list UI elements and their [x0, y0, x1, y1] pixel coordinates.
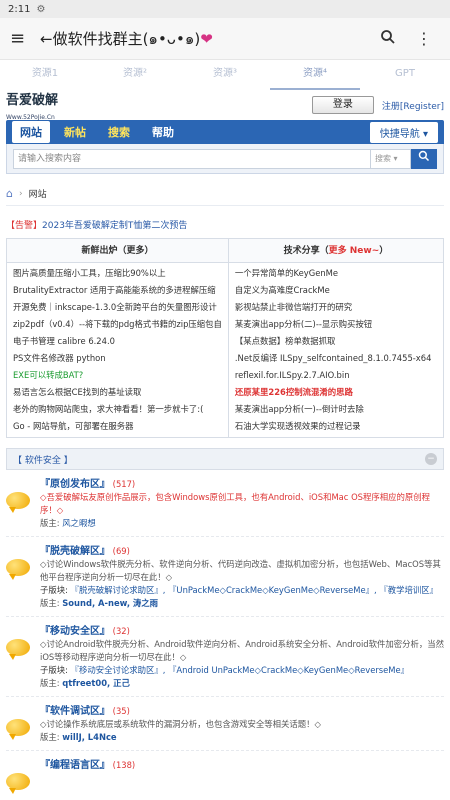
list-item[interactable]: 【某点数据】榜单数据抓取	[229, 333, 443, 350]
forum-bubble-icon	[6, 478, 40, 530]
forum-name[interactable]: 『编程语言区』	[40, 760, 110, 771]
subforum-links[interactable]: 『移动安全讨论求助区』, 『Android UnPackMe◇CrackMe◇K…	[71, 665, 409, 675]
tab-resource-3[interactable]: 资源³	[180, 60, 270, 90]
list-item[interactable]: 一个异常简单的KeyGenMe	[229, 265, 443, 282]
section-title[interactable]: 【 软件安全 】	[13, 453, 73, 466]
list-item[interactable]: reflexil.for.ILSpy.2.7.AIO.bin	[229, 367, 443, 384]
notice-text: 2023年吾爱破解定制T恤第二次预告	[42, 221, 188, 231]
list-item[interactable]: 开源免费｜inkscape-1.3.0全新跨平台的矢量图形设计	[7, 299, 228, 316]
forum-item: 『软件调试区』 (35) ◇讨论操作系统底层或系统软件的漏洞分析，也包含游戏安全…	[6, 697, 444, 751]
forum-moderators: 版主: qtfreet00, 正己	[40, 678, 130, 688]
forum-item: 『原创发布区』 (517) ◇吾爱破解坛友原创作品展示，包含Windows原创工…	[6, 470, 444, 537]
list-item[interactable]: 易语言怎么根据CE找到的基址读取	[7, 384, 228, 401]
list-item[interactable]: 还原某里226控制流混淆的思路	[229, 384, 443, 401]
forum-description: ◇讨论操作系统底层或系统软件的漏洞分析，也包含游戏安全等相关话题！◇	[40, 719, 321, 729]
notice-tag: 【告警】	[6, 221, 43, 231]
collapse-icon[interactable]: −	[425, 453, 437, 465]
forum-bubble-icon	[6, 705, 40, 744]
list-item[interactable]: 某麦演出app分析(一)--倒计时去除	[229, 401, 443, 418]
forum-item: 『移动安全区』 (32) ◇讨论Android软件脱壳分析、Android软件逆…	[6, 617, 444, 697]
forum-bubble-icon	[6, 545, 40, 610]
tab-resource-1[interactable]: 资源1	[0, 60, 90, 90]
breadcrumb-current[interactable]: 网站	[29, 187, 47, 200]
resource-tabs: 资源1 资源² 资源³ 资源⁴ GPT	[0, 60, 450, 90]
tech-share-header[interactable]: 技术分享（更多 New~）	[228, 239, 443, 263]
status-time: 2:11	[8, 3, 31, 15]
tech-share-column: 技术分享（更多 New~） 一个异常简单的KeyGenMe 自定义为高难度Cra…	[227, 239, 443, 437]
forum-name[interactable]: 『软件调试区』	[40, 706, 110, 717]
list-item[interactable]: EXE可以转成BAT?	[7, 367, 228, 384]
latest-posts-panel: 新鲜出炉（更多） 图片高质量压缩小工具，压缩比90%以上 BrutalityEx…	[6, 238, 444, 438]
forum-name[interactable]: 『移动安全区』	[40, 626, 110, 637]
list-item[interactable]: 影视站禁止非微信端打开的研究	[229, 299, 443, 316]
forum-description: ◇讨论Android软件脱壳分析、Android软件逆向分析、Android系统…	[40, 639, 444, 662]
search-button[interactable]	[411, 148, 437, 169]
forum-moderators: 版主: Sound, A-new, 涛之雨	[40, 598, 159, 608]
site-logo[interactable]: 吾爱破解 Www.52PoJie.Cn	[6, 92, 64, 121]
page-title: ←做软件找群主(๑•ᴗ•๑)❤	[40, 29, 213, 48]
list-item[interactable]: 石油大学实现透视效果的过程记录	[229, 418, 443, 435]
search-bar: 请输入搜索内容 搜索 ▾	[6, 144, 444, 174]
search-icon[interactable]	[370, 29, 406, 49]
forum-count: (138)	[112, 760, 136, 770]
register-link[interactable]: 注册[Register]	[382, 99, 444, 112]
search-icon	[418, 150, 430, 161]
list-item[interactable]: 电子书管理 calibre 6.24.0	[7, 333, 228, 350]
search-type-select[interactable]: 搜索 ▾	[371, 148, 411, 169]
menu-icon[interactable]: ≡	[10, 28, 32, 49]
chevron-right-icon: ›	[18, 188, 23, 199]
forum-moderators: 版主: 风之暇想	[40, 518, 96, 528]
forum-count: (69)	[112, 546, 130, 556]
forum-count: (517)	[112, 479, 136, 489]
notice-link[interactable]: 【告警】2023年吾爱破解定制T恤第二次预告	[6, 216, 444, 236]
gear-icon: ⚙	[36, 3, 46, 15]
list-item[interactable]: zip2pdf（v0.4）--将下载的pdg格式书籍的zip压缩包自	[7, 316, 228, 333]
list-item[interactable]: Go - 网站导航，可部署在服务器	[7, 418, 228, 435]
list-item[interactable]: 某麦演出app分析(二)--显示购买按钮	[229, 316, 443, 333]
nav-search[interactable]: 搜索	[100, 121, 138, 143]
forum-subforums: 子版块: 『脱壳破解讨论求助区』, 『UnPackMe◇CrackMe◇KeyG…	[40, 585, 438, 595]
nav-help[interactable]: 帮助	[144, 121, 182, 143]
login-button[interactable]: 登录	[311, 96, 374, 114]
list-item[interactable]: 自定义为高难度CrackMe	[229, 282, 443, 299]
tab-resource-4[interactable]: 资源⁴	[270, 60, 360, 90]
list-item[interactable]: PS文件名修改器 python	[7, 350, 228, 367]
forum-subforums: 子版块: 『移动安全讨论求助区』, 『Android UnPackMe◇Crac…	[40, 665, 410, 675]
forum-description: ◇吾爱破解坛友原创作品展示，包含Windows原创工具，也有Android、iO…	[40, 492, 430, 515]
subforum-links[interactable]: 『脱壳破解讨论求助区』, 『UnPackMe◇CrackMe◇KeyGenMe◇…	[71, 585, 438, 595]
search-input[interactable]: 请输入搜索内容	[13, 148, 371, 169]
forum-count: (32)	[112, 626, 130, 636]
tab-gpt[interactable]: GPT	[360, 60, 450, 90]
list-item[interactable]: 老外的购物网站爬虫，求大神看看！第一步就卡了:(	[7, 401, 228, 418]
list-item[interactable]: BrutalityExtractor 适用于高能能系统的多进程解压缩	[7, 282, 228, 299]
new-posts-header[interactable]: 新鲜出炉（更多）	[7, 239, 228, 263]
forum-name[interactable]: 『原创发布区』	[40, 479, 110, 490]
status-bar: 2:11 ⚙	[0, 0, 450, 18]
main-nav: 网站 新帖 搜索 帮助 快捷导航 ▾	[6, 120, 444, 144]
home-icon[interactable]: ⌂	[6, 187, 13, 200]
forum-item: 『编程语言区』 (138)	[6, 751, 444, 796]
forum-moderators: 版主: willJ, L4Nce	[40, 732, 117, 742]
heart-icon: ❤	[200, 29, 213, 48]
tab-resource-2[interactable]: 资源²	[90, 60, 180, 90]
nav-new-posts[interactable]: 新帖	[56, 121, 94, 143]
forum-description: ◇讨论Windows软件脱壳分析、软件逆向分析、代码逆向改造、虚拟机加密分析，也…	[40, 559, 441, 582]
app-bar: ≡ ←做软件找群主(๑•ᴗ•๑)❤ ⋮	[0, 18, 450, 60]
more-vert-icon[interactable]: ⋮	[406, 29, 442, 48]
site-header: 吾爱破解 Www.52PoJie.Cn 登录 注册[Register]	[0, 90, 450, 121]
quick-nav-dropdown[interactable]: 快捷导航 ▾	[369, 121, 438, 143]
forum-bubble-icon	[6, 625, 40, 690]
forum-name[interactable]: 『脱壳破解区』	[40, 546, 110, 557]
forum-bubble-icon	[6, 759, 40, 794]
list-item[interactable]: 图片高质量压缩小工具，压缩比90%以上	[7, 265, 228, 282]
forum-item: 『脱壳破解区』 (69) ◇讨论Windows软件脱壳分析、软件逆向分析、代码逆…	[6, 537, 444, 617]
forum-count: (35)	[112, 706, 130, 716]
list-item[interactable]: .Net反编译 ILSpy_selfcontained_8.1.0.7455-x…	[229, 350, 443, 367]
section-header: 【 软件安全 】 −	[6, 448, 444, 470]
breadcrumb: ⌂ › 网站	[6, 182, 444, 206]
new-posts-column: 新鲜出炉（更多） 图片高质量压缩小工具，压缩比90%以上 BrutalityEx…	[7, 239, 228, 437]
